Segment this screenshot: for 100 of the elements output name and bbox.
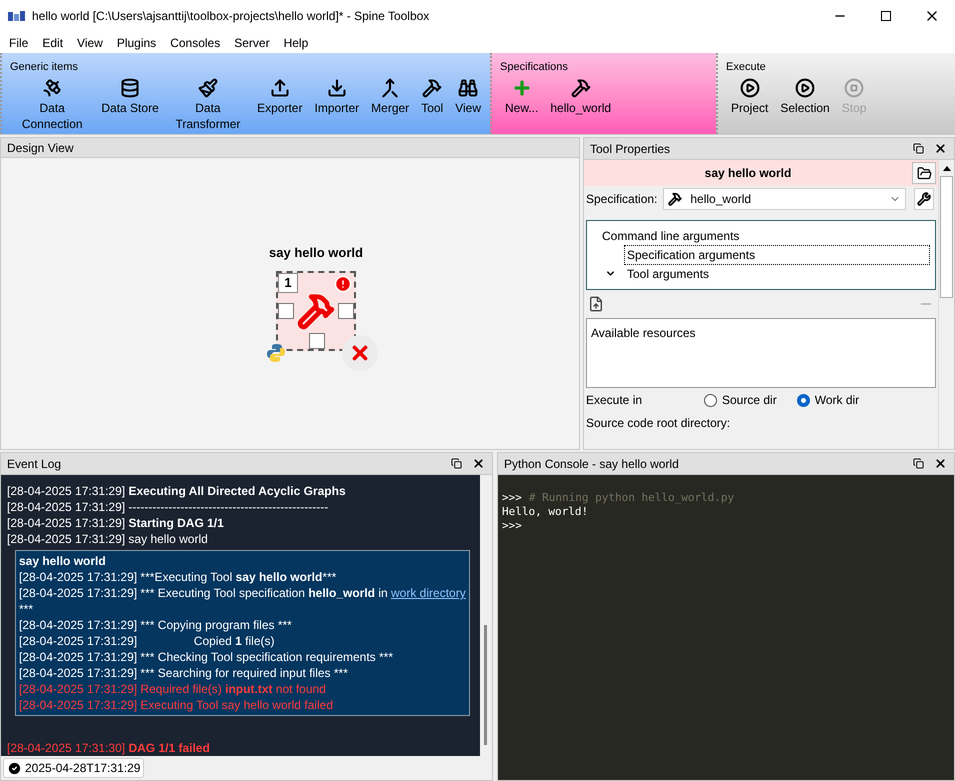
- toolbar-button[interactable]: Merger: [366, 78, 414, 116]
- panel-title: Design View: [7, 140, 74, 156]
- toolbar-button[interactable]: Importer: [309, 78, 364, 116]
- hammer-icon: [297, 292, 335, 330]
- upload-icon: [270, 78, 290, 98]
- toolbar-button[interactable]: View: [450, 78, 486, 116]
- play-icon: [740, 78, 760, 98]
- merge-icon: [380, 78, 400, 98]
- log-line: [28-04-2025 17:31:29] Starting DAG 1/1: [7, 515, 225, 531]
- scrollbar[interactable]: [480, 475, 492, 756]
- toolbar-group-title: Specifications: [500, 60, 569, 75]
- check-icon: [7, 760, 22, 776]
- log-line: [28-04-2025 17:31:30] DAG 1/1 failed: [7, 740, 211, 756]
- log-group-title: say hello world: [19, 553, 107, 569]
- connector-slot[interactable]: [309, 332, 325, 348]
- toolbar-button[interactable]: Tool: [416, 78, 448, 116]
- edit-specification-button[interactable]: [914, 188, 934, 210]
- toolbar-button[interactable]: Project: [726, 78, 774, 116]
- close-icon: [934, 457, 946, 470]
- toolbar-group-title: Generic items: [10, 60, 79, 75]
- download-icon: [326, 78, 347, 98]
- python-logo-icon: [266, 342, 286, 362]
- satellite-icon: [42, 78, 62, 98]
- log-line: [28-04-2025 17:31:29] Executing Tool say hello world failed: [19, 697, 334, 713]
- execution-order-badge: 1: [278, 272, 298, 292]
- log-line: [28-04-2025 17:31:29] ***Executing Tool say hello world***: [19, 569, 338, 585]
- toolbar-button[interactable]: Data Connection: [10, 78, 94, 132]
- tree-item[interactable]: Tool arguments: [624, 264, 930, 284]
- node-title: say hello world: [269, 244, 363, 262]
- log-line: [28-04-2025 17:31:29] *** Checking Tool specification requirements ***: [19, 649, 394, 665]
- hammer-icon: [668, 192, 682, 206]
- menu-item[interactable]: File: [2, 34, 36, 52]
- toolbar-button[interactable]: Selection: [775, 78, 835, 116]
- close-icon: [934, 142, 946, 155]
- open-folder-button[interactable]: [912, 162, 936, 184]
- log-line: [28-04-2025 17:31:29] *** Searching for required input files ***: [19, 665, 349, 681]
- radio-button[interactable]: [796, 394, 810, 406]
- item-name: say hello world: [704, 165, 792, 182]
- window-title: hello world [C:\Users\ajsanttij\toolbox-projects\hello world]* - Spine Toolbox: [32, 8, 430, 25]
- float-icon: [912, 143, 924, 154]
- tree-item[interactable]: Command line arguments: [602, 226, 740, 244]
- toolbar-button[interactable]: Data Store: [96, 78, 164, 116]
- menu-item[interactable]: Plugins: [110, 34, 164, 52]
- brush-icon: [198, 78, 218, 98]
- alert-icon: [334, 274, 352, 292]
- execution-timestamp: 2025-04-28T17:31:29: [25, 760, 140, 777]
- toolbar-button[interactable]: Exporter: [252, 78, 308, 116]
- console-prompt: >>>: [502, 519, 522, 532]
- toolbar-button[interactable]: New...: [500, 78, 544, 116]
- panel-title: Python Console - say hello world: [504, 456, 680, 472]
- wrench-icon: [917, 192, 932, 206]
- plus-icon: [512, 78, 532, 98]
- binoculars-icon: [458, 78, 478, 98]
- float-icon: [912, 458, 924, 469]
- menu-item[interactable]: Help: [276, 34, 316, 52]
- log-line: ***: [19, 601, 34, 617]
- add-file-icon[interactable]: [588, 296, 604, 312]
- specification-dropdown[interactable]: hello_world: [663, 188, 906, 210]
- play-icon: [795, 78, 816, 98]
- log-line: [28-04-2025 17:31:29] Required file(s) input.txt not found: [19, 681, 327, 697]
- database-icon: [120, 78, 140, 98]
- radio-option[interactable]: Source dir: [704, 391, 777, 409]
- console-output: Hello, world!: [502, 505, 588, 518]
- log-line: [28-04-2025 17:31:29] *** Executing Tool specification hello_world in: [19, 585, 389, 601]
- log-line: [28-04-2025 17:31:29] Executing All Directed Acyclic Graphs: [7, 483, 347, 499]
- hammer-icon: [570, 78, 591, 98]
- execute-in-label: Execute in: [586, 392, 644, 409]
- radio-option[interactable]: Work dir: [796, 391, 860, 409]
- close-icon: [472, 457, 484, 470]
- scrollbar[interactable]: [938, 160, 954, 449]
- menu-item[interactable]: View: [70, 34, 110, 52]
- tree-item[interactable]: Specification arguments: [624, 244, 930, 264]
- error-status-icon: [342, 334, 378, 370]
- source-root-label: Source code root directory:: [585, 415, 732, 432]
- radio-button[interactable]: [704, 394, 717, 406]
- log-line: [28-04-2025 17:31:29] --------------------------------------------------: [7, 499, 330, 515]
- hammer-icon: [422, 78, 442, 98]
- float-icon: [450, 458, 462, 469]
- console-comment: # Running python hello_world.py: [528, 491, 734, 505]
- menu-item[interactable]: Edit: [35, 34, 70, 52]
- tool-node[interactable]: 1: [276, 270, 356, 350]
- work-directory-link[interactable]: work directory: [391, 585, 466, 601]
- log-line: [28-04-2025 17:31:29] Copied 1 file(s): [19, 633, 276, 649]
- connector-slot[interactable]: [338, 302, 354, 318]
- panel-title: Event Log: [7, 456, 62, 472]
- stop-icon: [844, 78, 864, 98]
- toolbar-button[interactable]: Data Transformer: [166, 78, 250, 132]
- menu-item[interactable]: Consoles: [163, 34, 228, 52]
- toolbar-button[interactable]: hello_world: [545, 78, 616, 116]
- maximize-icon: [881, 11, 891, 21]
- console-prompt: >>>: [502, 491, 522, 505]
- app-logo-icon: [8, 10, 26, 22]
- connector-slot[interactable]: [278, 302, 294, 318]
- menu-item[interactable]: Server: [227, 34, 277, 52]
- list-header: Available resources: [591, 326, 696, 340]
- execution-status-chip[interactable]: 2025-04-28T17:31:29: [3, 758, 144, 778]
- scroll-up-arrow-icon: [942, 166, 950, 170]
- specification-label: Specification:: [586, 191, 658, 208]
- log-line: [28-04-2025 17:31:29] say hello world: [7, 531, 209, 547]
- folder-icon: [916, 166, 932, 180]
